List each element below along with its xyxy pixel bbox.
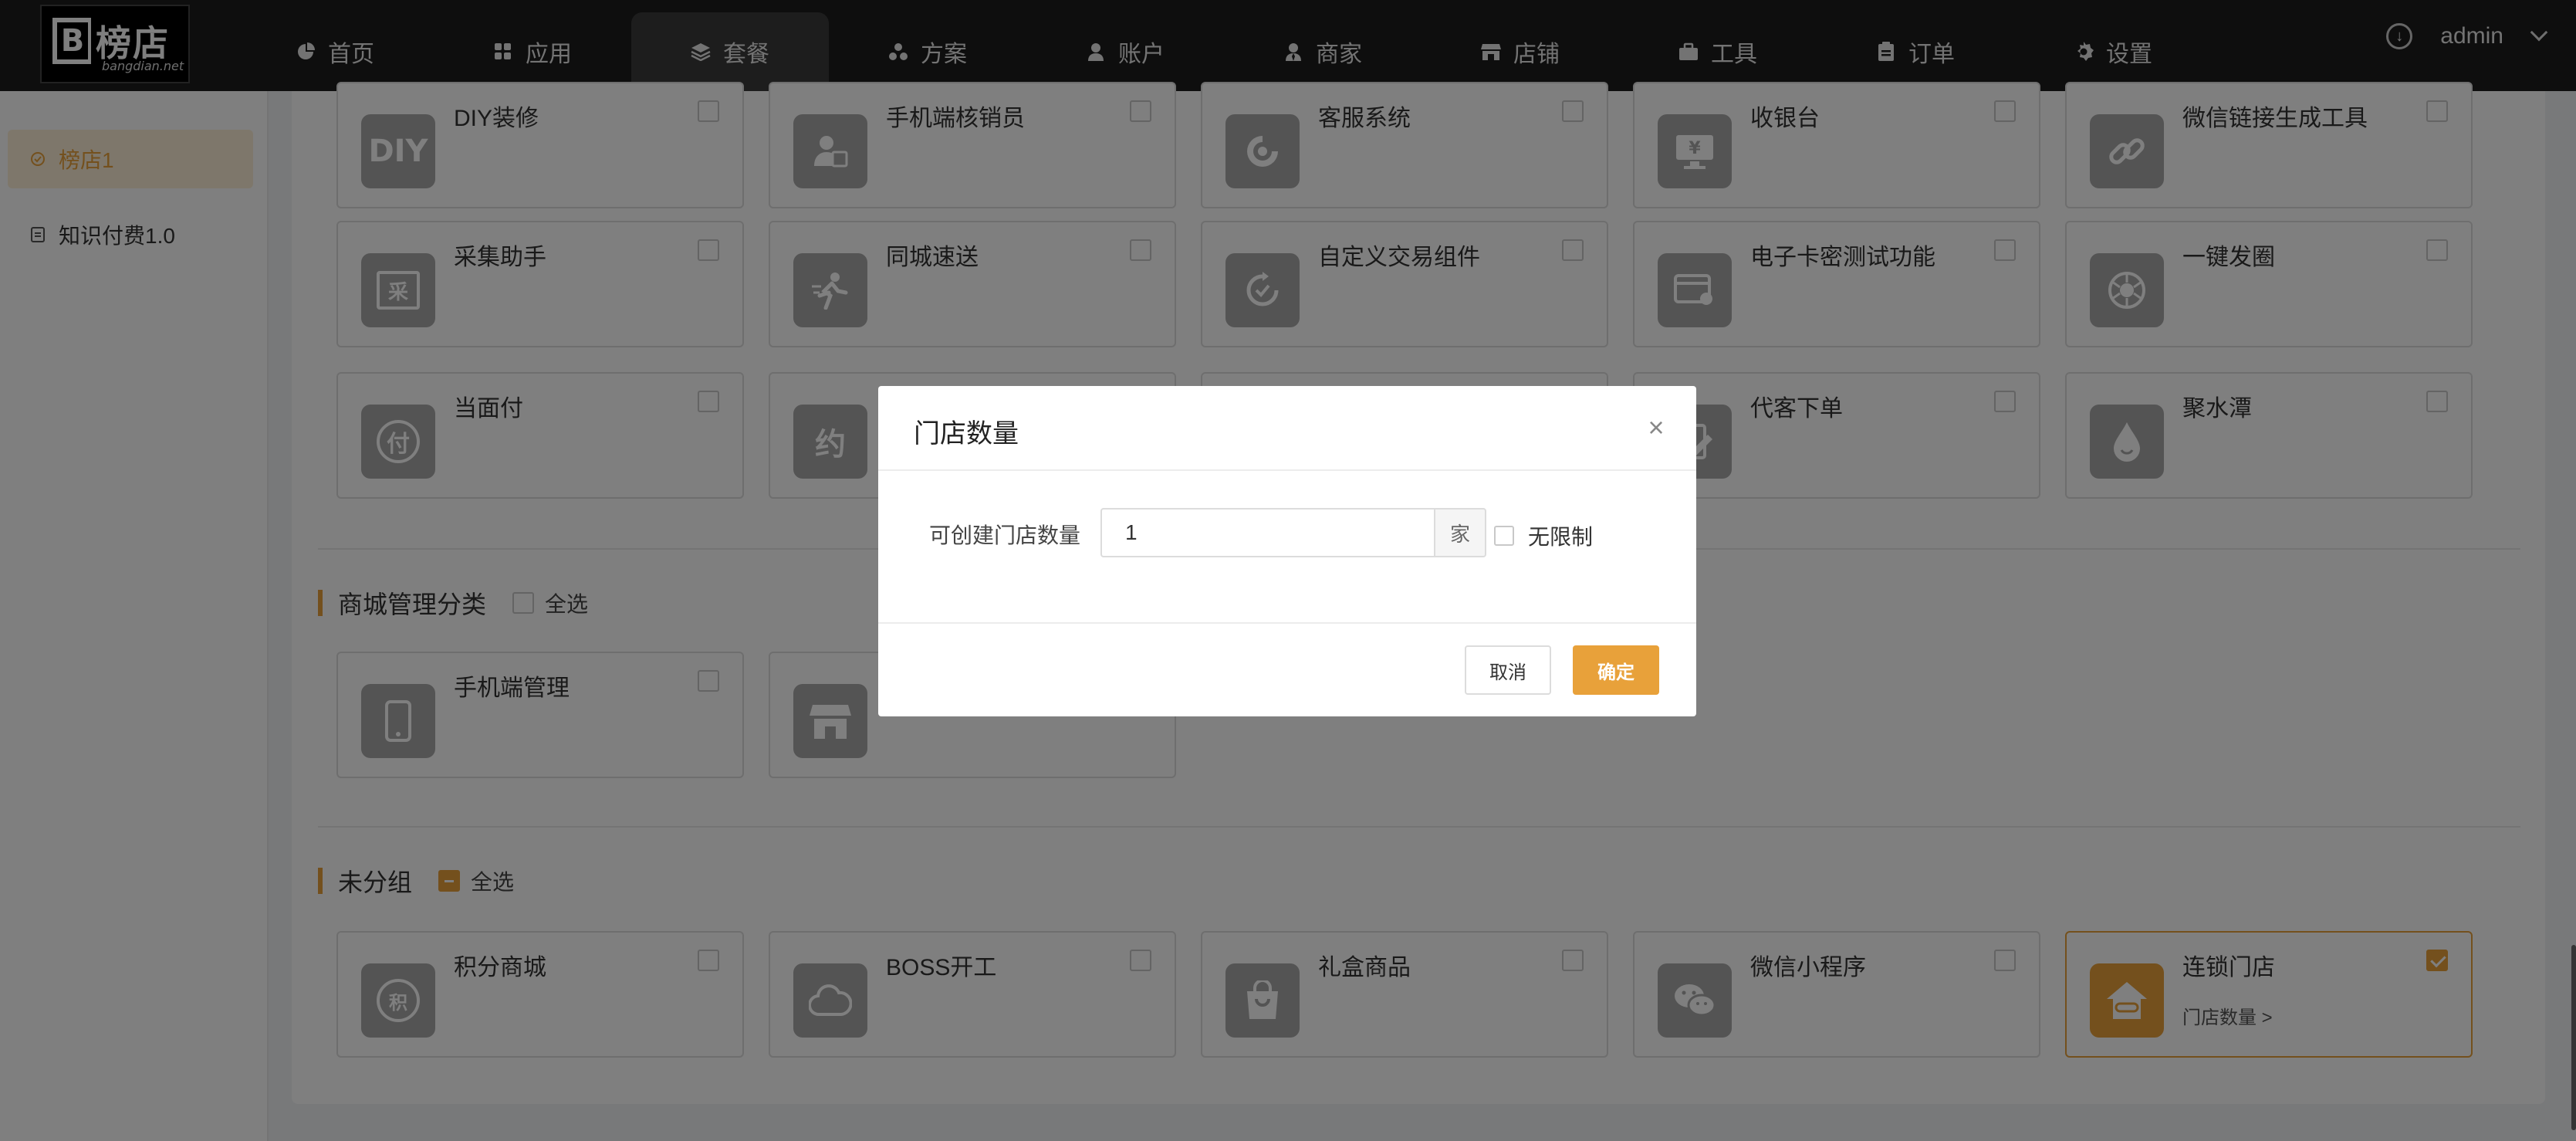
- confirm-button[interactable]: 确定: [1573, 645, 1659, 695]
- unlimited-checkbox[interactable]: [1494, 526, 1514, 546]
- unlimited-label: 无限制: [1528, 525, 1594, 549]
- store-count-input[interactable]: [1100, 508, 1434, 557]
- cancel-button[interactable]: 取消: [1465, 645, 1551, 695]
- store-count-label: 可创建门店数量: [929, 523, 1081, 547]
- dialog-title: 门店数量: [914, 419, 1019, 449]
- store-count-input-group: 家: [1100, 508, 1486, 557]
- unlimited-option[interactable]: 无限制: [1494, 520, 1593, 551]
- close-icon[interactable]: ×: [1645, 414, 1667, 442]
- store-count-dialog: 门店数量 × 可创建门店数量 家 无限制 取消 确定: [878, 386, 1696, 716]
- unit-suffix: 家: [1434, 508, 1486, 557]
